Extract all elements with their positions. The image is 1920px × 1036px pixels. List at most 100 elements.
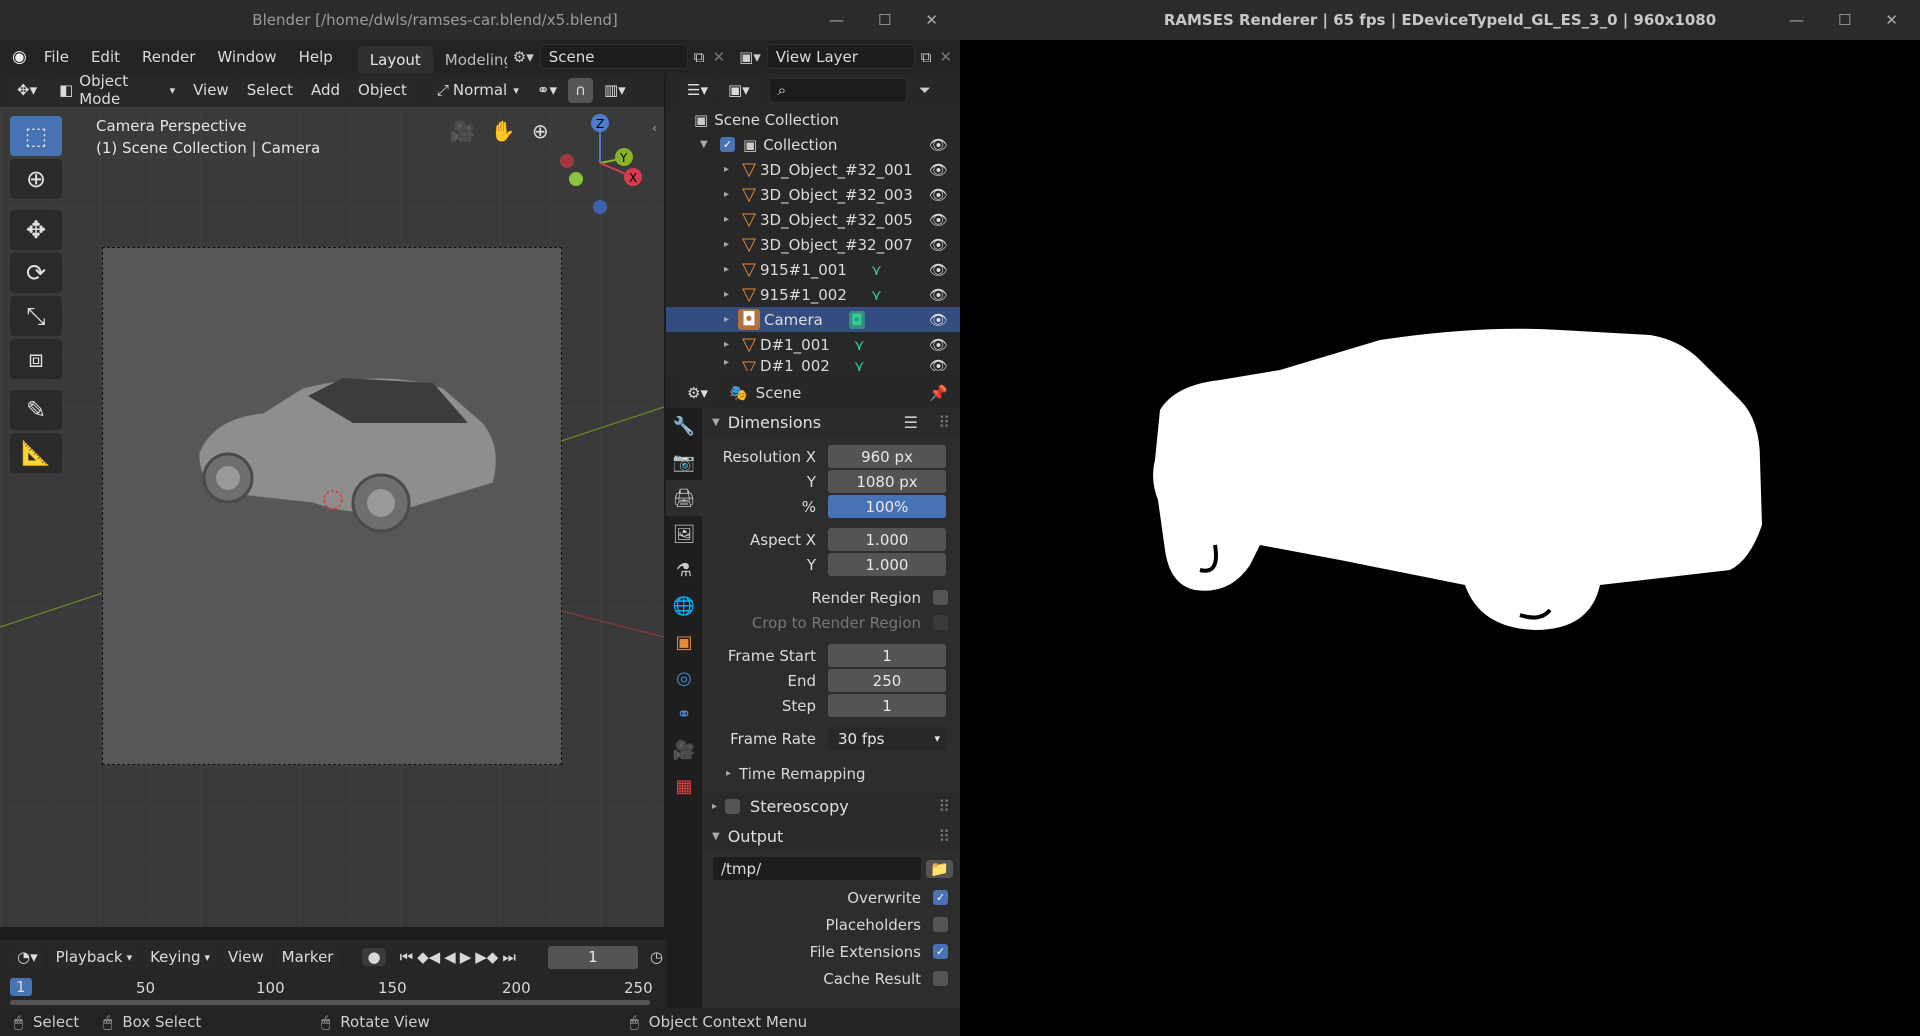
mode-dropdown[interactable]: ◧ Object Mode ▾ bbox=[52, 72, 183, 108]
output-tab-icon[interactable]: 🖨 bbox=[666, 480, 702, 516]
scene-name-field[interactable]: Scene bbox=[539, 44, 688, 69]
annotate-tool-icon[interactable]: ✎ bbox=[10, 390, 62, 430]
eye-icon[interactable]: 👁 bbox=[929, 211, 948, 229]
rotate-tool-icon[interactable]: ⟳ bbox=[10, 253, 62, 293]
eye-icon[interactable]: 👁 bbox=[929, 236, 948, 254]
overwrite-checkbox[interactable]: ✓ bbox=[933, 890, 948, 905]
view-layer-field[interactable]: View Layer bbox=[766, 44, 915, 69]
view-layer-copy-icon[interactable]: ⧉ bbox=[921, 48, 932, 66]
eye-icon[interactable]: 👁 bbox=[929, 261, 948, 279]
eye-icon[interactable]: 👁 bbox=[929, 161, 948, 179]
outliner-item[interactable]: ▸ ▽ 915#1_001 ⋎ 👁 bbox=[666, 257, 960, 282]
outliner-item[interactable]: ▸ ▽ 3D_Object_#32_007 👁 bbox=[666, 232, 960, 257]
outliner-item[interactable]: ▸ ▽ 3D_Object_#32_005 👁 bbox=[666, 207, 960, 232]
frame-end-field[interactable]: 250 bbox=[828, 669, 946, 692]
play-icon[interactable]: ▶ bbox=[460, 948, 472, 966]
time-remapping-subpanel[interactable]: ▸ Time Remapping bbox=[702, 761, 960, 786]
output-path-input[interactable]: /tmp/ bbox=[712, 856, 922, 881]
menu-render[interactable]: Render bbox=[131, 48, 206, 66]
cache-result-checkbox[interactable] bbox=[933, 971, 948, 986]
jump-start-icon[interactable]: ⏮ bbox=[400, 948, 414, 966]
maximize-icon[interactable]: ☐ bbox=[878, 11, 891, 29]
scene-remove-icon[interactable]: ✕ bbox=[712, 48, 725, 66]
drag-handle-icon[interactable]: ⠿ bbox=[938, 827, 950, 846]
move-tool-icon[interactable]: ✥ bbox=[10, 210, 62, 250]
minimize-icon[interactable]: — bbox=[829, 11, 844, 29]
filter-icon[interactable]: ⏷ bbox=[919, 81, 931, 99]
drag-handle-icon[interactable]: ⠿ bbox=[938, 797, 950, 816]
outliner-scene-collection[interactable]: ▣ Scene Collection bbox=[666, 107, 960, 132]
prev-keyframe-icon[interactable]: ◆◀ bbox=[417, 948, 440, 966]
clock-icon[interactable]: ◷ bbox=[650, 948, 663, 966]
collection-checkbox[interactable]: ✓ bbox=[720, 137, 735, 152]
menu-help[interactable]: Help bbox=[288, 48, 344, 66]
eye-icon[interactable]: 👁 bbox=[929, 286, 948, 304]
properties-editor-type-icon[interactable]: ⚙▾ bbox=[680, 380, 715, 406]
view-layer-tab-icon[interactable]: 🖼 bbox=[666, 516, 702, 552]
expand-right-icon[interactable]: ▸ bbox=[724, 164, 738, 175]
expand-right-icon[interactable]: ▸ bbox=[724, 314, 738, 325]
measure-tool-icon[interactable]: 📐 bbox=[10, 433, 62, 473]
menu-edit[interactable]: Edit bbox=[80, 48, 131, 66]
timeline-scrollbar[interactable] bbox=[10, 1000, 650, 1005]
outliner-item[interactable]: ▸ ▽ 915#1_002 ⋎ 👁 bbox=[666, 282, 960, 307]
output-section-header[interactable]: ▼ Output ⠿ bbox=[702, 822, 960, 850]
timeline-ruler[interactable]: 1 50 100 150 200 250 bbox=[0, 974, 666, 1008]
eye-icon[interactable]: 👁 bbox=[929, 336, 948, 354]
folder-icon[interactable]: 📁 bbox=[926, 859, 953, 878]
close-icon[interactable]: ✕ bbox=[1885, 11, 1898, 29]
outliner-item[interactable]: ▸ ▽ 3D_Object_#32_001 👁 bbox=[666, 157, 960, 182]
expand-right-icon[interactable]: ▸ bbox=[724, 289, 738, 300]
scene-tab-icon[interactable]: ⚗ bbox=[666, 552, 702, 588]
timeline-menu-keying[interactable]: Keying ▾ bbox=[143, 944, 218, 970]
snap-target-icon[interactable]: ▥▾ bbox=[597, 77, 633, 103]
display-mode-icon[interactable]: ▣▾ bbox=[720, 77, 757, 103]
scale-tool-icon[interactable]: ⤡ bbox=[10, 296, 62, 336]
outliner-search-input[interactable]: ⌕ bbox=[768, 77, 907, 103]
close-icon[interactable]: ✕ bbox=[925, 11, 938, 29]
object-tab-icon[interactable]: ▣ bbox=[666, 624, 702, 660]
viewport-menu-view[interactable]: View bbox=[186, 77, 236, 103]
record-icon[interactable]: ● bbox=[362, 948, 386, 966]
jump-end-icon[interactable]: ⏭ bbox=[502, 948, 516, 966]
resolution-x-field[interactable]: 960 px bbox=[828, 445, 946, 468]
stereoscopy-section-header[interactable]: ▸ Stereoscopy ⠿ bbox=[702, 792, 960, 820]
play-reverse-icon[interactable]: ◀ bbox=[444, 948, 456, 966]
physics-tab-icon[interactable]: ◎ bbox=[666, 660, 702, 696]
current-frame-indicator[interactable]: 1 bbox=[10, 978, 32, 996]
timeline-editor-type-icon[interactable]: ◔▾ bbox=[10, 944, 45, 970]
view-layer-remove-icon[interactable]: ✕ bbox=[939, 48, 952, 66]
dimensions-section-header[interactable]: ▼ Dimensions ☰ ⠿ bbox=[702, 408, 960, 436]
frame-rate-dropdown[interactable]: 30 fps ▾ bbox=[828, 727, 946, 750]
constraints-tab-icon[interactable]: ⚭ bbox=[666, 696, 702, 732]
orientation-dropdown[interactable]: ⤢ Normal ▾ bbox=[429, 77, 526, 103]
menu-file[interactable]: File bbox=[33, 48, 80, 66]
resolution-percent-slider[interactable]: 100% bbox=[828, 495, 946, 518]
aspect-x-field[interactable]: 1.000 bbox=[828, 528, 946, 551]
expand-right-icon[interactable]: ▸ bbox=[724, 339, 738, 350]
eye-icon[interactable]: 👁 bbox=[929, 136, 948, 154]
tool-tab-icon[interactable]: 🔧 bbox=[666, 408, 702, 444]
navigation-gizmo[interactable]: Z Y X bbox=[548, 107, 658, 217]
stereoscopy-checkbox[interactable] bbox=[725, 798, 741, 814]
crop-region-checkbox[interactable] bbox=[933, 615, 948, 630]
expand-right-icon[interactable]: ▸ bbox=[724, 189, 738, 200]
camera-view-icon[interactable]: 🎥 bbox=[450, 119, 475, 143]
camera-data-tab-icon[interactable]: 🎥 bbox=[666, 732, 702, 768]
tab-modeling[interactable]: Modeling bbox=[433, 46, 507, 73]
expand-right-icon[interactable]: ▸ bbox=[724, 357, 738, 368]
scene-copy-icon[interactable]: ⧉ bbox=[694, 48, 705, 66]
texture-tab-icon[interactable]: ▦ bbox=[666, 768, 702, 804]
frame-start-field[interactable]: 1 bbox=[828, 644, 946, 667]
snap-icon[interactable]: ∩ bbox=[568, 77, 593, 103]
blender-logo-icon[interactable]: ◉ bbox=[0, 47, 33, 67]
timeline-menu-view[interactable]: View bbox=[221, 944, 271, 970]
file-extensions-checkbox[interactable]: ✓ bbox=[933, 944, 948, 959]
cursor-tool-icon[interactable]: ⊕ bbox=[10, 159, 62, 199]
3d-viewport[interactable]: Camera Perspective (1) Scene Collection … bbox=[0, 107, 664, 927]
view-layer-icon[interactable]: ▣▾ bbox=[739, 48, 761, 66]
zoom-icon[interactable]: ⊕ bbox=[532, 119, 549, 143]
editor-type-icon[interactable]: ✥▾ bbox=[10, 77, 45, 103]
scene-selector-icon[interactable]: ⚙▾ bbox=[513, 48, 534, 66]
outliner-item[interactable]: ▸ ▽ D#1_001 ⋎ 👁 bbox=[666, 332, 960, 357]
